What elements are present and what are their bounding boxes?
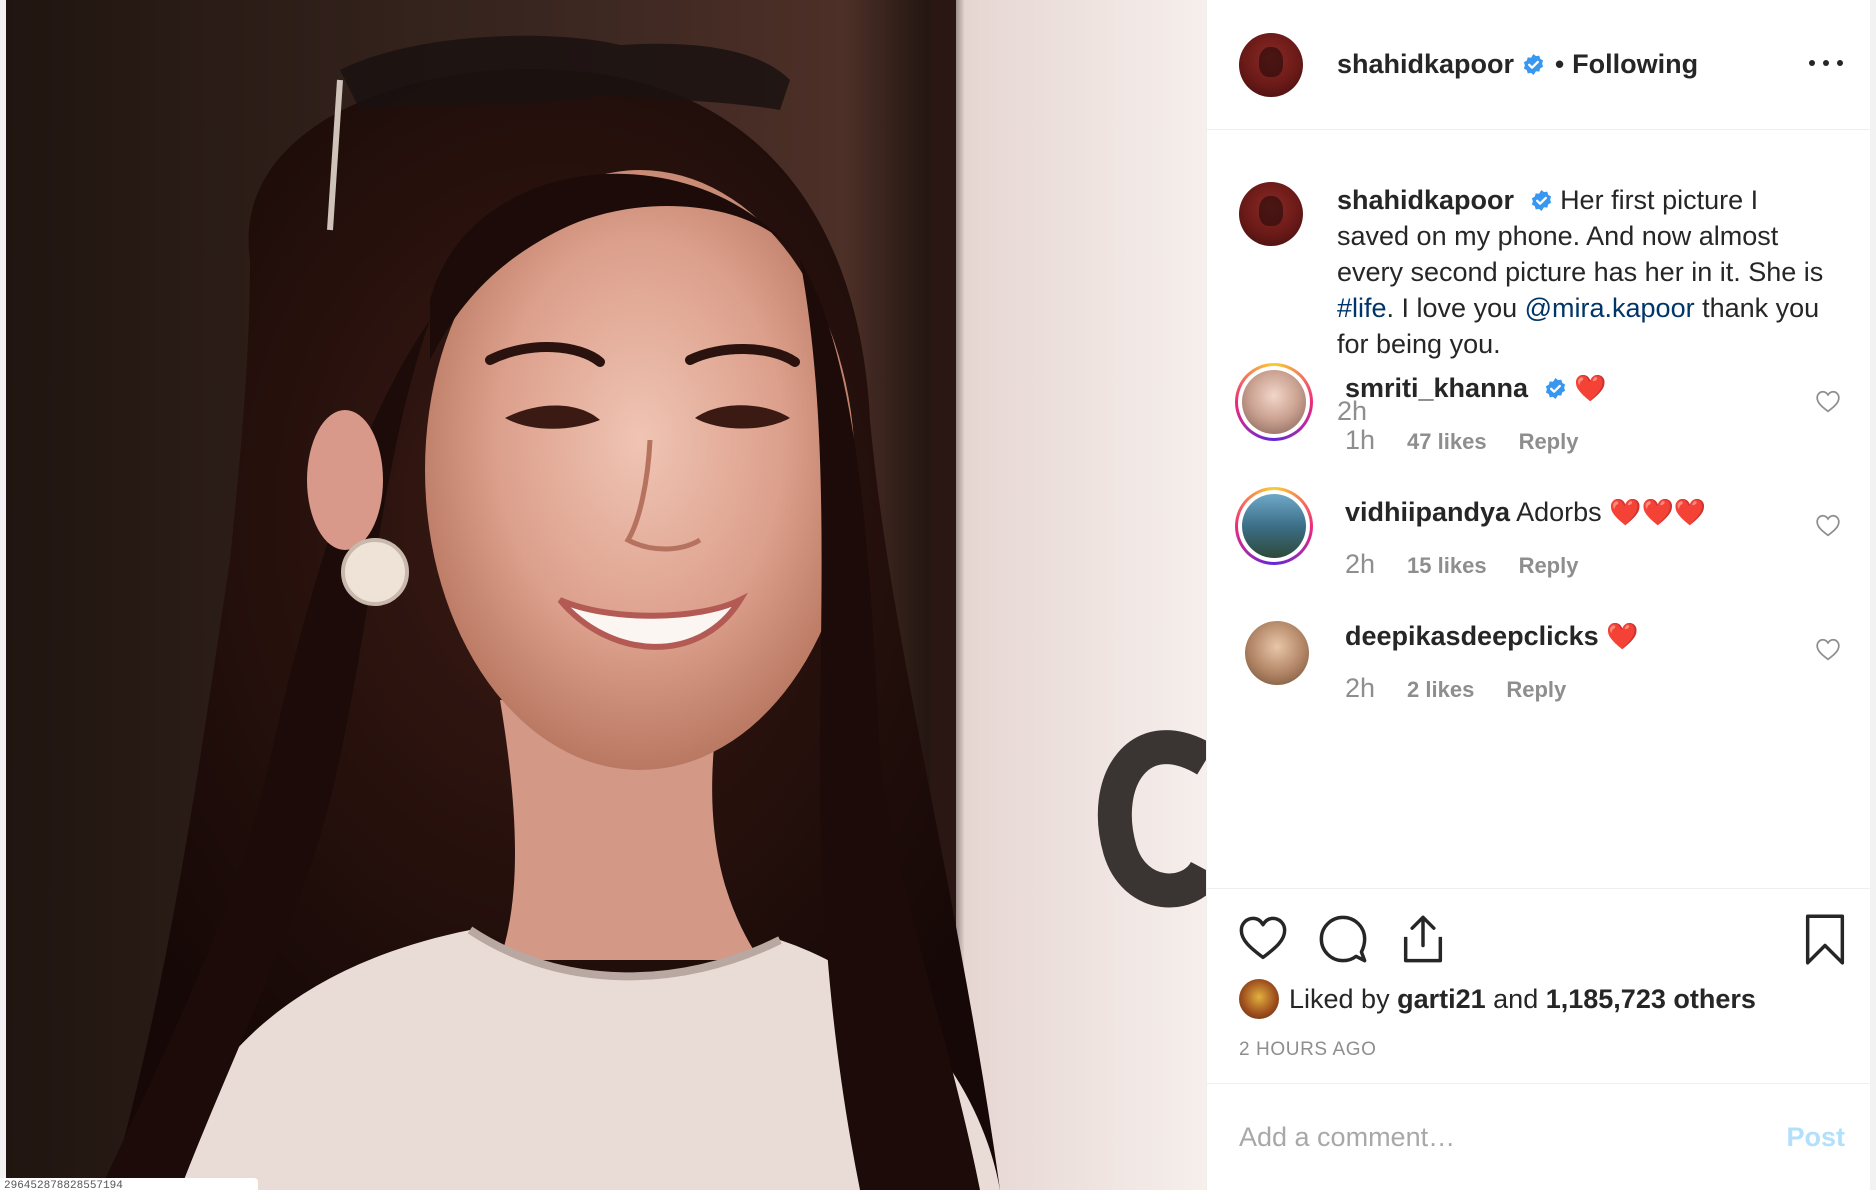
comment-meta: 2h 2 likes Reply (1345, 673, 1795, 704)
comment-meta: 1h 47 likes Reply (1345, 425, 1795, 456)
commenter-avatar[interactable] (1245, 621, 1309, 685)
heart-icon[interactable] (1237, 913, 1289, 965)
share-icon[interactable] (1397, 913, 1449, 965)
heart-icon[interactable] (1815, 637, 1841, 661)
commenter-avatar-story-ring[interactable] (1235, 363, 1313, 441)
caption-text: shahidkapoor Her first picture I saved o… (1337, 182, 1837, 362)
more-dot (1823, 60, 1829, 66)
author-avatar[interactable] (1239, 32, 1303, 97)
comment-text: smriti_khanna ❤️ (1345, 371, 1795, 405)
comment-text: deepikasdeepclicks ❤️ (1345, 619, 1795, 653)
following-button[interactable]: Following (1572, 49, 1698, 80)
commenter-username[interactable]: vidhiipandya (1345, 497, 1510, 527)
comment-time[interactable]: 1h (1345, 425, 1375, 456)
comment-body: vidhiipandya Adorbs ❤️❤️❤️ 2h 15 likes R… (1345, 495, 1795, 580)
heart-emoji: ❤️ (1606, 621, 1639, 651)
heart-icon[interactable] (1815, 389, 1841, 413)
left-edge (0, 0, 6, 1190)
author-username[interactable]: shahidkapoor (1337, 49, 1514, 80)
comment-body: smriti_khanna ❤️ 1h 47 likes Reply (1345, 371, 1795, 456)
post-actions: Liked by garti21 and 1,185,723 others 2 … (1207, 888, 1876, 1083)
heart-icon[interactable] (1815, 513, 1841, 537)
reply-button[interactable]: Reply (1506, 677, 1566, 703)
comment-likes[interactable]: 15 likes (1407, 553, 1487, 579)
comment-time[interactable]: 2h (1345, 673, 1375, 704)
reply-button[interactable]: Reply (1519, 429, 1579, 455)
comment-text: vidhiipandya Adorbs ❤️❤️❤️ (1345, 495, 1795, 529)
post-comment-button[interactable]: Post (1786, 1122, 1845, 1153)
verified-badge-icon (1523, 53, 1544, 76)
comments-list[interactable]: shahidkapoor Her first picture I saved o… (1207, 130, 1876, 890)
liked-by-prefix: Liked by (1289, 983, 1390, 1014)
post-header: shahidkapoor • Following (1207, 0, 1876, 130)
more-dot (1809, 60, 1815, 66)
heart-emoji: ❤️❤️❤️ (1609, 497, 1707, 527)
comment-body: deepikasdeepclicks ❤️ 2h 2 likes Reply (1345, 619, 1795, 704)
verified-badge-icon (1531, 189, 1551, 212)
right-edge (1870, 0, 1876, 1190)
post-details-panel: shahidkapoor • Following shahidkapoor He… (1206, 0, 1876, 1190)
commenter-avatar (1242, 494, 1306, 558)
heart-emoji: ❤️ (1574, 373, 1607, 403)
header-separator: • (1555, 49, 1565, 79)
likes-count-link[interactable]: 1,185,723 others (1546, 984, 1756, 1015)
caption-text-middle: . I love you (1386, 293, 1525, 323)
comment-likes[interactable]: 47 likes (1407, 429, 1487, 455)
caption-username[interactable]: shahidkapoor (1337, 185, 1514, 215)
more-dot (1837, 60, 1843, 66)
comment-time[interactable]: 2h (1345, 549, 1375, 580)
caption-author-avatar[interactable] (1239, 182, 1303, 246)
post-timestamp[interactable]: 2 HOURS AGO (1239, 1039, 1377, 1061)
more-options-icon[interactable] (1809, 50, 1843, 76)
comment-likes[interactable]: 2 likes (1407, 677, 1474, 703)
liked-by-and: and (1493, 983, 1539, 1014)
comment-message: Adorbs (1516, 497, 1602, 527)
comment-meta: 2h 15 likes Reply (1345, 549, 1795, 580)
add-comment-bar: Post (1207, 1083, 1876, 1190)
post-photo[interactable]: 296452878828557194 (0, 0, 1206, 1190)
liked-by-summary: Liked by garti21 and 1,185,723 others (1239, 979, 1756, 1019)
bookmark-icon[interactable] (1799, 913, 1851, 965)
commenter-avatar (1242, 370, 1306, 434)
comment-input[interactable] (1239, 1121, 1787, 1153)
post-photo-scene (0, 0, 1206, 1190)
commenter-avatar-story-ring[interactable] (1235, 487, 1313, 565)
liker-avatar[interactable] (1239, 979, 1279, 1019)
mention-link[interactable]: @mira.kapoor (1525, 293, 1695, 323)
liker-username[interactable]: garti21 (1397, 984, 1486, 1015)
reply-button[interactable]: Reply (1519, 553, 1579, 579)
comment-icon[interactable] (1317, 913, 1369, 965)
hashtag-link[interactable]: #life (1337, 293, 1387, 323)
commenter-username[interactable]: smriti_khanna (1345, 373, 1528, 403)
photo-id-overlay: 296452878828557194 (0, 1178, 258, 1190)
commenter-username[interactable]: deepikasdeepclicks (1345, 621, 1599, 651)
verified-badge-icon (1545, 377, 1565, 400)
